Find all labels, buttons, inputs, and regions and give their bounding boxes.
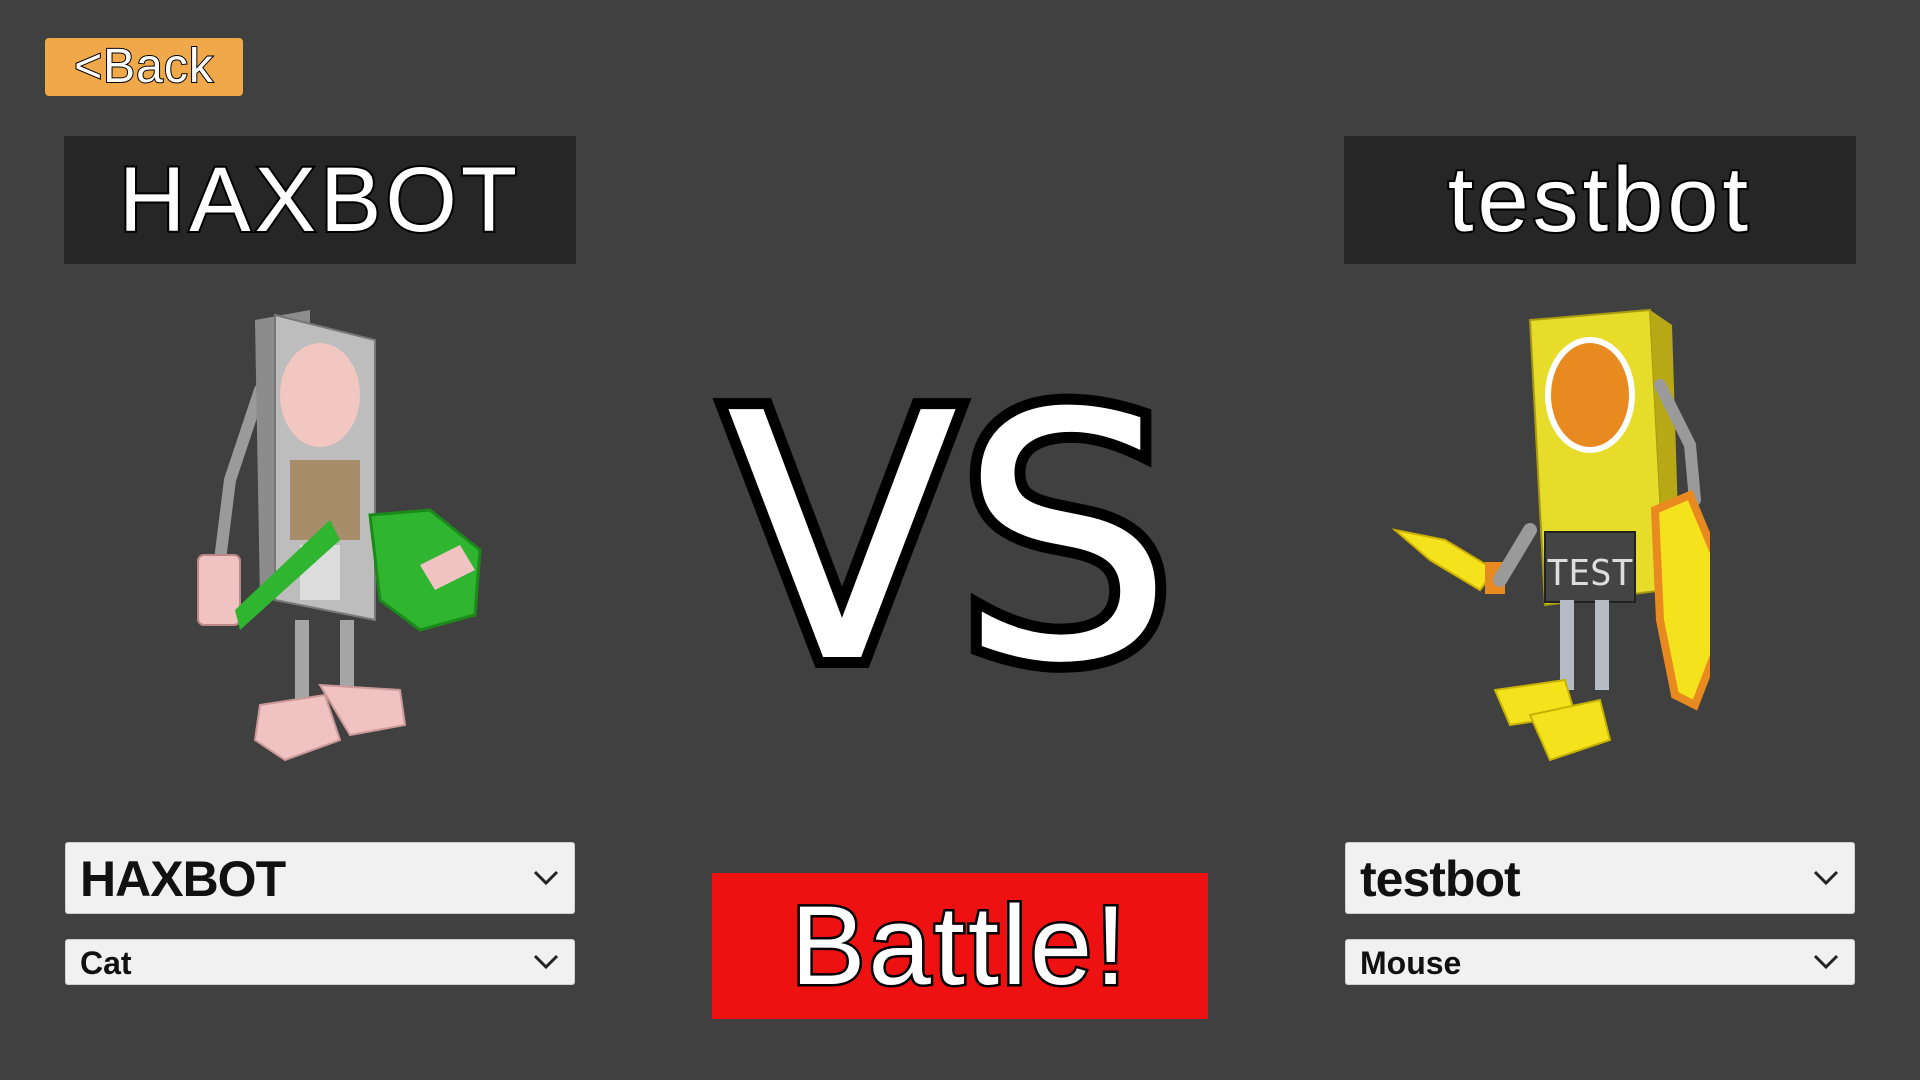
chevron-down-icon <box>533 870 559 886</box>
left-robot-name-plate: HAXBOT <box>64 136 576 264</box>
right-robot-select-value: testbot <box>1360 851 1521 907</box>
left-controller-select[interactable]: Cat <box>65 939 575 985</box>
left-robot-model <box>197 310 482 762</box>
right-robot-name-plate: testbot <box>1344 136 1856 264</box>
right-robot-select[interactable]: testbot <box>1345 842 1855 914</box>
test-badge: TEST <box>1547 553 1634 594</box>
right-controller-select-value: Mouse <box>1360 945 1462 981</box>
left-controller-select-value: Cat <box>80 945 132 981</box>
battle-button[interactable]: Battle! <box>712 873 1208 1019</box>
chevron-down-icon <box>533 954 559 970</box>
left-robot-select-value: HAXBOT <box>80 851 286 907</box>
battle-setup-screen: <Back HAXBOT testbot TEST VS HAXBOT Cat … <box>0 0 1920 1080</box>
chevron-down-icon <box>1813 954 1839 970</box>
left-robot-select[interactable]: HAXBOT <box>65 842 575 914</box>
chevron-down-icon <box>1813 870 1839 886</box>
back-button[interactable]: <Back <box>45 38 243 96</box>
versus-text: VS <box>715 342 1185 738</box>
right-robot-model: TEST <box>1391 308 1710 762</box>
right-controller-select[interactable]: Mouse <box>1345 939 1855 985</box>
